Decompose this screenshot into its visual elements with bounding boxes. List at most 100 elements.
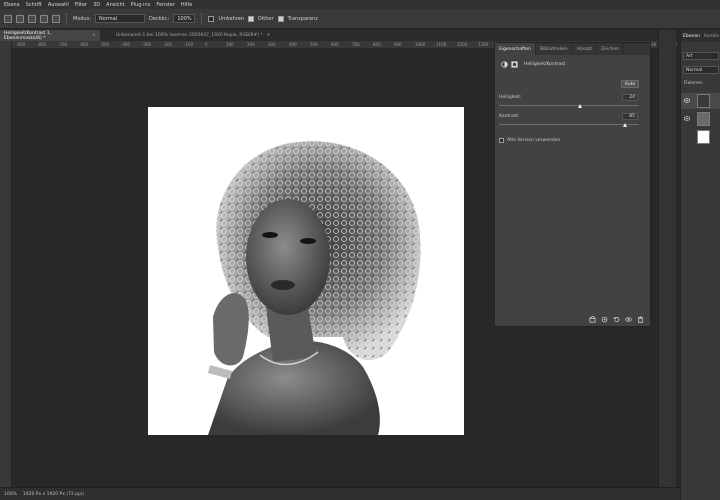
layer-row-photo[interactable] [681, 111, 720, 127]
tab-bibliotheken[interactable]: Bibliotheken [536, 43, 573, 55]
menu-3d[interactable]: 3D [93, 2, 100, 8]
ruler-label: 700 [352, 42, 360, 47]
brightness-slider-thumb[interactable] [577, 104, 582, 108]
ruler-label: -900 [16, 42, 26, 47]
layer-row-adjustment[interactable] [681, 93, 720, 109]
blend-mode-select[interactable]: Normal [683, 66, 719, 74]
tab-label: Helligkeit/Kontrast 1, Ebenenmaske/8) * [4, 30, 52, 41]
adjustment-thumbnail [697, 94, 710, 108]
modus-select[interactable]: Normal [95, 14, 146, 23]
ruler-label: 1300 [478, 42, 489, 47]
clip-to-layer-icon[interactable] [589, 315, 596, 323]
brightness-value: 24 [629, 95, 635, 100]
menu-ebene[interactable]: Ebene [4, 2, 20, 8]
layer-filter-select[interactable]: Art [683, 52, 719, 60]
ruler-label: -100 [184, 42, 194, 47]
ruler-label: 0 [205, 42, 208, 47]
photo-thumbnail [697, 112, 710, 126]
gradient-style-icon[interactable] [52, 14, 60, 23]
contrast-field[interactable]: 85 [622, 113, 638, 120]
visibility-eye-icon[interactable] [684, 98, 690, 103]
contrast-label: Kontrast: [499, 114, 520, 119]
menu-auswahl[interactable]: Auswahl [48, 2, 69, 8]
ruler-label: -500 [100, 42, 110, 47]
legacy-option[interactable]: Alte Version verwenden [499, 138, 560, 143]
brightness-label: Helligkeit: [499, 95, 522, 100]
ruler-label: 100 [226, 42, 234, 47]
visibility-eye-icon[interactable] [625, 316, 632, 323]
filter-value: Art [686, 53, 693, 59]
menu-plugins[interactable]: Plug-ins [131, 2, 151, 8]
ruler-label: -200 [163, 42, 173, 47]
auto-button[interactable]: Auto [621, 80, 639, 88]
umkehren-label: Umkehren [218, 15, 245, 22]
document-info: 1920 Px x 1920 Px (72 ppi) [22, 491, 84, 497]
tab-kanaele[interactable]: Kanäle [704, 34, 719, 39]
contrast-slider-thumb[interactable] [622, 123, 627, 127]
ruler-label: -300 [142, 42, 152, 47]
ruler-label: 400 [289, 42, 297, 47]
transparenz-checkbox[interactable] [277, 15, 284, 22]
menu-ansicht[interactable]: Ansicht [106, 2, 124, 8]
ruler-label: 200 [247, 42, 255, 47]
adjustment-layer-icon [501, 61, 508, 68]
close-icon[interactable]: × [92, 33, 96, 38]
close-icon[interactable]: × [267, 33, 271, 38]
background-thumbnail [697, 130, 710, 144]
options-bar: Modus: Normal Deckkr.: 100% Umkehren Dit… [0, 9, 720, 29]
deckkraft-label: Deckkr.: [149, 15, 170, 22]
adjustment-title: Helligkeit/Kontrast [524, 62, 566, 67]
dither-label: Dither [258, 15, 274, 22]
ruler-label: -600 [79, 42, 89, 47]
tab-adjustment-layer[interactable]: Helligkeit/Kontrast 1, Ebenenmaske/8) * … [0, 30, 100, 41]
ruler-label: -700 [58, 42, 68, 47]
ruler-label: 800 [373, 42, 381, 47]
ruler-label: 900 [394, 42, 402, 47]
menu-hilfe[interactable]: Hilfe [181, 2, 192, 8]
deckkraft-field[interactable]: 100% [173, 14, 196, 23]
modus-label: Modus: [73, 15, 92, 22]
gradient-intersect-icon[interactable] [40, 14, 48, 23]
gradient-add-icon[interactable] [16, 14, 24, 23]
umkehren-checkbox[interactable] [208, 15, 215, 22]
layers-tabs: Ebenen Kanäle [681, 30, 720, 42]
dither-checkbox[interactable] [248, 15, 255, 22]
separator [66, 12, 67, 25]
properties-footer [495, 312, 650, 326]
ruler-label: 1100 [436, 42, 447, 47]
properties-header: Helligkeit/Kontrast [501, 61, 565, 68]
tab-absatz[interactable]: Absatz [573, 43, 597, 55]
contrast-value: 85 [629, 114, 635, 119]
status-bar: 100% 1920 Px x 1920 Px (72 ppi) [0, 487, 720, 500]
vertical-ruler [0, 41, 12, 487]
tab-ebenen[interactable]: Ebenen [683, 34, 700, 39]
fix-label: Fixieren: [684, 81, 704, 86]
gradient-new-icon[interactable] [4, 14, 12, 23]
legacy-checkbox[interactable] [499, 138, 504, 143]
reset-icon[interactable] [613, 316, 620, 323]
portrait-image [208, 141, 421, 435]
ruler-label: 500 [310, 42, 318, 47]
brightness-field[interactable]: 24 [622, 94, 638, 101]
blend-value: Normal [686, 67, 703, 73]
view-previous-icon[interactable] [601, 316, 608, 323]
tab-document[interactable]: Unbenannt-1 bei 100% (woman 2005647_1920… [112, 30, 280, 41]
menu-fenster[interactable]: Fenster [156, 2, 175, 8]
tab-zeichen[interactable]: Zeichen [597, 43, 625, 55]
visibility-eye-icon[interactable] [684, 116, 690, 121]
contrast-slider-track[interactable] [499, 124, 639, 125]
brightness-slider-track[interactable] [499, 105, 639, 106]
zoom-value[interactable]: 100% [4, 492, 17, 497]
document-canvas[interactable] [148, 107, 464, 435]
ruler-label: 1200 [457, 42, 468, 47]
tab-eigenschaften[interactable]: Eigenschaften [495, 43, 536, 55]
tab-label: Unbenannt-1 bei 100% (woman 2005647_1920… [116, 33, 263, 38]
layer-row-background[interactable] [681, 129, 720, 145]
menu-filter[interactable]: Filter [75, 2, 87, 8]
gradient-subtract-icon[interactable] [28, 14, 36, 23]
ruler-label: 300 [268, 42, 276, 47]
menu-schrift[interactable]: Schrift [26, 2, 42, 8]
layer-mask-icon[interactable] [511, 61, 518, 68]
transparenz-label: Transparenz [287, 15, 318, 22]
trash-icon[interactable] [637, 316, 644, 323]
